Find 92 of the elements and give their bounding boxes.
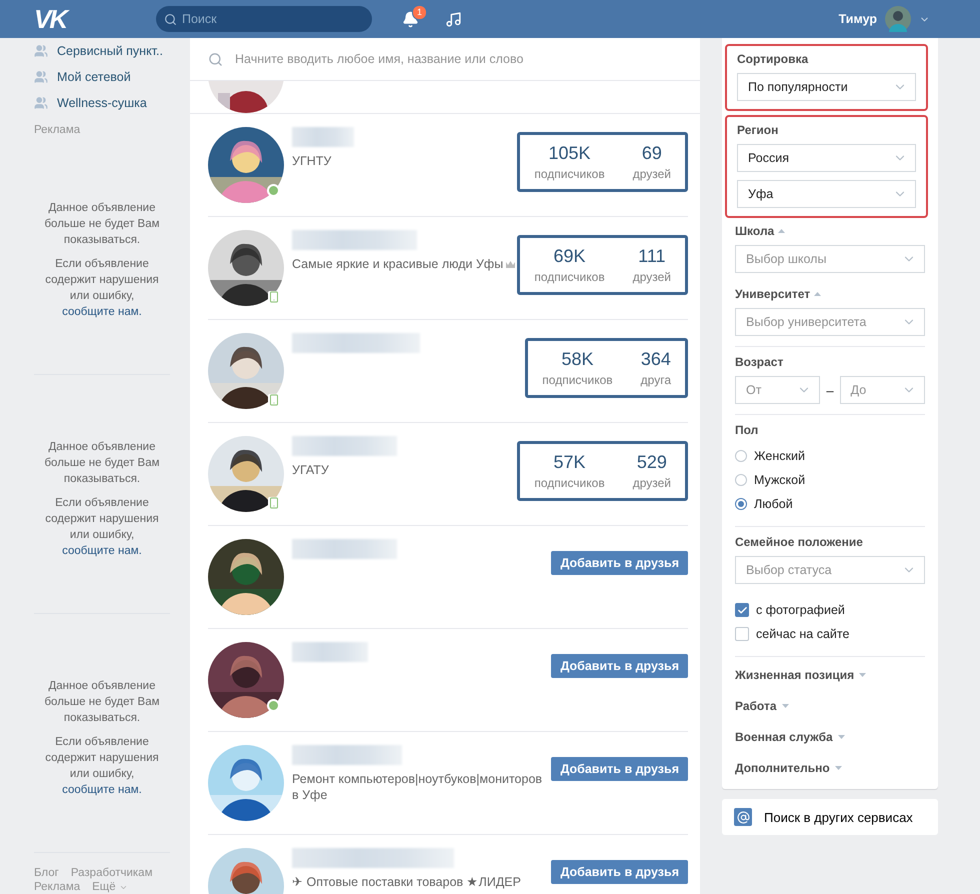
stat-label: друзей <box>632 476 671 490</box>
select-field[interactable]: Выбор статуса <box>735 556 925 584</box>
stat-label: друзей <box>632 270 671 284</box>
ads-label: Реклама <box>34 124 82 136</box>
select-field[interactable]: От <box>735 376 820 404</box>
stat-label: подписчиков <box>534 270 605 284</box>
select-field[interactable]: Выбор университета <box>735 308 925 336</box>
section-title: Регион <box>737 123 778 137</box>
checkbox-label: с фотографией <box>756 603 845 617</box>
radio-button[interactable] <box>735 474 747 486</box>
caret-icon <box>838 734 845 738</box>
section-title: Пол <box>735 423 758 437</box>
select-field[interactable]: Выбор школы <box>735 245 925 273</box>
checkbox[interactable] <box>735 603 749 617</box>
music-icon[interactable] <box>445 10 462 28</box>
footer-link[interactable]: Ещё <box>92 881 128 893</box>
other-services-label: Поиск в других сервисах <box>764 810 913 824</box>
hidden-name <box>292 127 354 147</box>
ad-notice: Данное объявление больше не будет Вам показываться. <box>43 440 161 487</box>
caret-icon <box>834 766 842 770</box>
row-subtitle: ✈ Оптовые поставки товаров ★ЛИДЕР <box>292 874 521 890</box>
stat-label: друзей <box>632 167 671 181</box>
row-subtitle: Ремонт компьютеров|ноутбуков|мониторов в Уфе <box>292 771 544 803</box>
stat-label: подписчиков <box>534 476 605 490</box>
group-icon <box>34 96 48 110</box>
checkbox[interactable] <box>735 627 749 641</box>
report-link[interactable]: сообщите нам. <box>62 545 142 557</box>
ad-report-text: Если объявление содержит нарушения или ошибку, сообщите нам. <box>44 496 160 559</box>
row-subtitle: УГАТУ <box>292 462 329 478</box>
stat-label: друга <box>640 373 671 387</box>
section-toggle[interactable]: Военная служба <box>735 721 845 752</box>
ad-report-text: Если объявление содержит нарушения или ошибку, сообщите нам. <box>44 735 160 798</box>
at-icon <box>734 808 752 826</box>
row-subtitle: УГНТУ <box>292 153 332 169</box>
select-field[interactable]: До <box>840 376 925 404</box>
row-subtitle: Самые яркие и красивые люди Уфы <box>292 256 504 272</box>
stat-value: 58K <box>561 349 594 370</box>
search-icon <box>164 12 177 26</box>
stat-value: 105K <box>548 143 591 164</box>
range-dash: – <box>826 382 834 398</box>
logo[interactable]: VK <box>0 4 156 34</box>
bell-icon[interactable] <box>402 10 419 28</box>
sidebar-item[interactable]: Сервисный пункт.. <box>34 38 170 64</box>
ad-notice: Данное объявление больше не будет Вам показываться. <box>43 201 161 248</box>
stat-label: подписчиков <box>534 167 605 181</box>
stat-value: 57K <box>554 452 586 473</box>
add-friend-button[interactable]: Добавить в друзья <box>551 551 688 575</box>
stat-value: 69 <box>642 143 662 164</box>
section-title: Сортировка <box>737 52 808 66</box>
stat-value: 111 <box>638 246 666 267</box>
search-icon <box>208 52 223 66</box>
notification-badge: 1 <box>412 4 427 20</box>
check-icon <box>736 604 748 616</box>
radio-label: Мужской <box>754 473 806 487</box>
user-name[interactable]: Тимур <box>838 12 877 26</box>
section-title: Возраст <box>735 355 784 369</box>
section-toggle[interactable]: Работа <box>735 690 789 721</box>
radio-label: Любой <box>754 497 793 511</box>
section-title: Семейное положение <box>735 535 863 549</box>
add-friend-button[interactable]: Добавить в друзья <box>551 654 688 678</box>
other-services-card[interactable]: Поиск в других сервисах <box>722 799 938 835</box>
ad-notice: Данное объявление больше не будет Вам показываться. <box>43 679 161 726</box>
select-field[interactable]: Россия <box>737 144 916 172</box>
group-icon <box>34 44 48 58</box>
section-toggle[interactable]: Жизненная позиция <box>735 659 866 690</box>
footer-link[interactable]: Разработчикам <box>70 867 152 879</box>
add-friend-button[interactable]: Добавить в друзья <box>551 757 688 781</box>
caret-icon <box>782 704 789 708</box>
stat-value: 69K <box>554 246 586 267</box>
select-field[interactable]: Уфа <box>737 180 916 208</box>
stat-label: подписчиков <box>542 373 613 387</box>
section-title: Университет <box>735 287 810 301</box>
group-icon <box>34 70 48 84</box>
footer-link[interactable]: Блог <box>34 867 59 879</box>
sidebar-item[interactable]: Wellness-сушка <box>34 90 170 116</box>
stat-value: 364 <box>640 349 671 370</box>
radio-button[interactable] <box>735 450 747 462</box>
report-link[interactable]: сообщите нам. <box>62 784 142 796</box>
report-link[interactable]: сообщите нам. <box>62 306 142 318</box>
sidebar-item[interactable]: Мой сетевой <box>34 64 170 90</box>
radio-label: Женский <box>754 449 805 463</box>
caret-icon <box>859 672 866 676</box>
ad-report-text: Если объявление содержит нарушения или ошибку, сообщите нам. <box>44 257 160 320</box>
footer-link[interactable]: Реклама <box>34 881 80 893</box>
stat-value: 529 <box>636 452 667 473</box>
radio-button[interactable] <box>735 498 747 510</box>
add-friend-button[interactable]: Добавить в друзья <box>551 860 688 884</box>
select-field[interactable]: По популярности <box>737 73 916 101</box>
search-field[interactable]: Поиск <box>156 6 372 32</box>
section-title: Школа <box>735 224 774 238</box>
section-toggle[interactable]: Дополнительно <box>735 752 842 783</box>
checkbox-label: сейчас на сайте <box>756 627 850 641</box>
